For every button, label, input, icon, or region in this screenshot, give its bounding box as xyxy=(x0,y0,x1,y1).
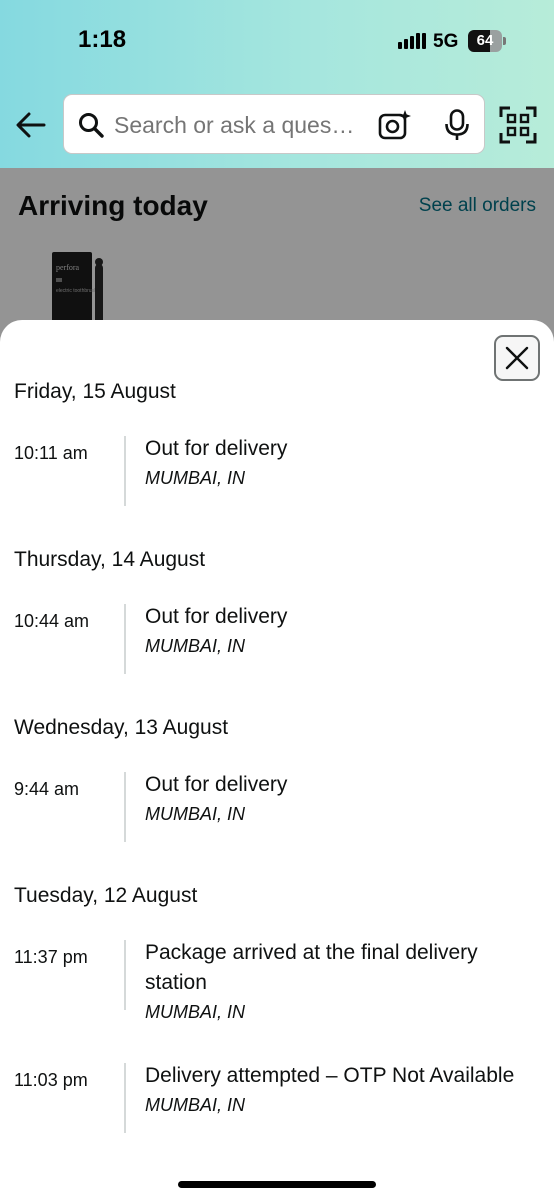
back-button[interactable] xyxy=(14,108,48,142)
tracking-sheet: Friday, 15 August 10:11 am Out for deliv… xyxy=(0,320,554,1200)
tracking-day: Wednesday, 13 August 9:44 am Out for del… xyxy=(0,714,554,882)
day-header: Thursday, 14 August xyxy=(14,548,206,571)
search-input[interactable] xyxy=(114,111,364,139)
app-header: 1:18 5G 64 xyxy=(0,0,554,168)
event-status: Out for delivery xyxy=(145,437,288,460)
event-time: 10:11 am xyxy=(14,443,88,463)
camera-sparkle-icon[interactable] xyxy=(378,109,412,141)
event-status: Out for delivery xyxy=(145,773,288,796)
search-icon xyxy=(79,113,104,138)
microphone-icon[interactable] xyxy=(444,109,470,141)
tracking-event: 9:44 am Out for delivery MUMBAI, IN xyxy=(0,770,554,882)
event-details: Package arrived at the final delivery st… xyxy=(145,938,540,1026)
tracking-event: 10:44 am Out for delivery MUMBAI, IN xyxy=(0,602,554,714)
event-location: MUMBAI, IN xyxy=(145,1002,246,1022)
event-details: Delivery attempted – OTP Not Available M… xyxy=(145,1061,540,1119)
day-header: Tuesday, 12 August xyxy=(14,884,198,907)
network-type: 5G xyxy=(433,31,459,52)
tracking-day: Friday, 15 August 10:11 am Out for deliv… xyxy=(0,378,554,546)
event-time: 11:37 pm xyxy=(14,947,88,967)
search-bar[interactable] xyxy=(63,94,485,154)
event-location: MUMBAI, IN xyxy=(145,636,246,656)
signal-icon xyxy=(398,33,426,49)
timeline-divider xyxy=(124,772,126,842)
tracking-timeline: Friday, 15 August 10:11 am Out for deliv… xyxy=(0,378,554,1173)
event-details: Out for delivery MUMBAI, IN xyxy=(145,770,540,828)
event-time: 11:03 pm xyxy=(14,1070,88,1090)
event-location: MUMBAI, IN xyxy=(145,1095,246,1115)
battery-level: 64 xyxy=(476,32,494,49)
tracking-event: 11:37 pm Package arrived at the final de… xyxy=(0,938,554,1061)
tracking-event: 11:03 pm Delivery attempted – OTP Not Av… xyxy=(0,1061,554,1173)
tracking-event: 10:11 am Out for delivery MUMBAI, IN xyxy=(0,434,554,546)
close-icon xyxy=(505,346,529,370)
day-header: Wednesday, 13 August xyxy=(14,716,229,739)
tracking-day: Tuesday, 12 August 11:37 pm Package arri… xyxy=(0,882,554,1173)
event-details: Out for delivery MUMBAI, IN xyxy=(145,602,540,660)
timeline-divider xyxy=(124,436,126,506)
day-header: Friday, 15 August xyxy=(14,380,176,403)
event-status: Out for delivery xyxy=(145,605,288,628)
status-time: 1:18 xyxy=(78,26,127,53)
battery-icon: 64 xyxy=(468,30,502,52)
event-time: 10:44 am xyxy=(14,611,90,631)
event-details: Out for delivery MUMBAI, IN xyxy=(145,434,540,492)
event-time: 9:44 am xyxy=(14,779,80,799)
arrow-left-icon xyxy=(16,112,46,138)
tracking-day: Thursday, 14 August 10:44 am Out for del… xyxy=(0,546,554,714)
event-status: Package arrived at the final delivery st… xyxy=(145,941,478,994)
timeline-divider xyxy=(124,1063,126,1133)
home-indicator[interactable] xyxy=(178,1181,376,1188)
event-status: Delivery attempted – OTP Not Available xyxy=(145,1064,515,1087)
close-button[interactable] xyxy=(494,335,540,381)
timeline-divider xyxy=(124,940,126,1010)
event-location: MUMBAI, IN xyxy=(145,804,246,824)
battery-tip xyxy=(503,37,506,45)
timeline-divider xyxy=(124,604,126,674)
event-location: MUMBAI, IN xyxy=(145,468,246,488)
qr-scan-icon[interactable] xyxy=(499,106,537,144)
